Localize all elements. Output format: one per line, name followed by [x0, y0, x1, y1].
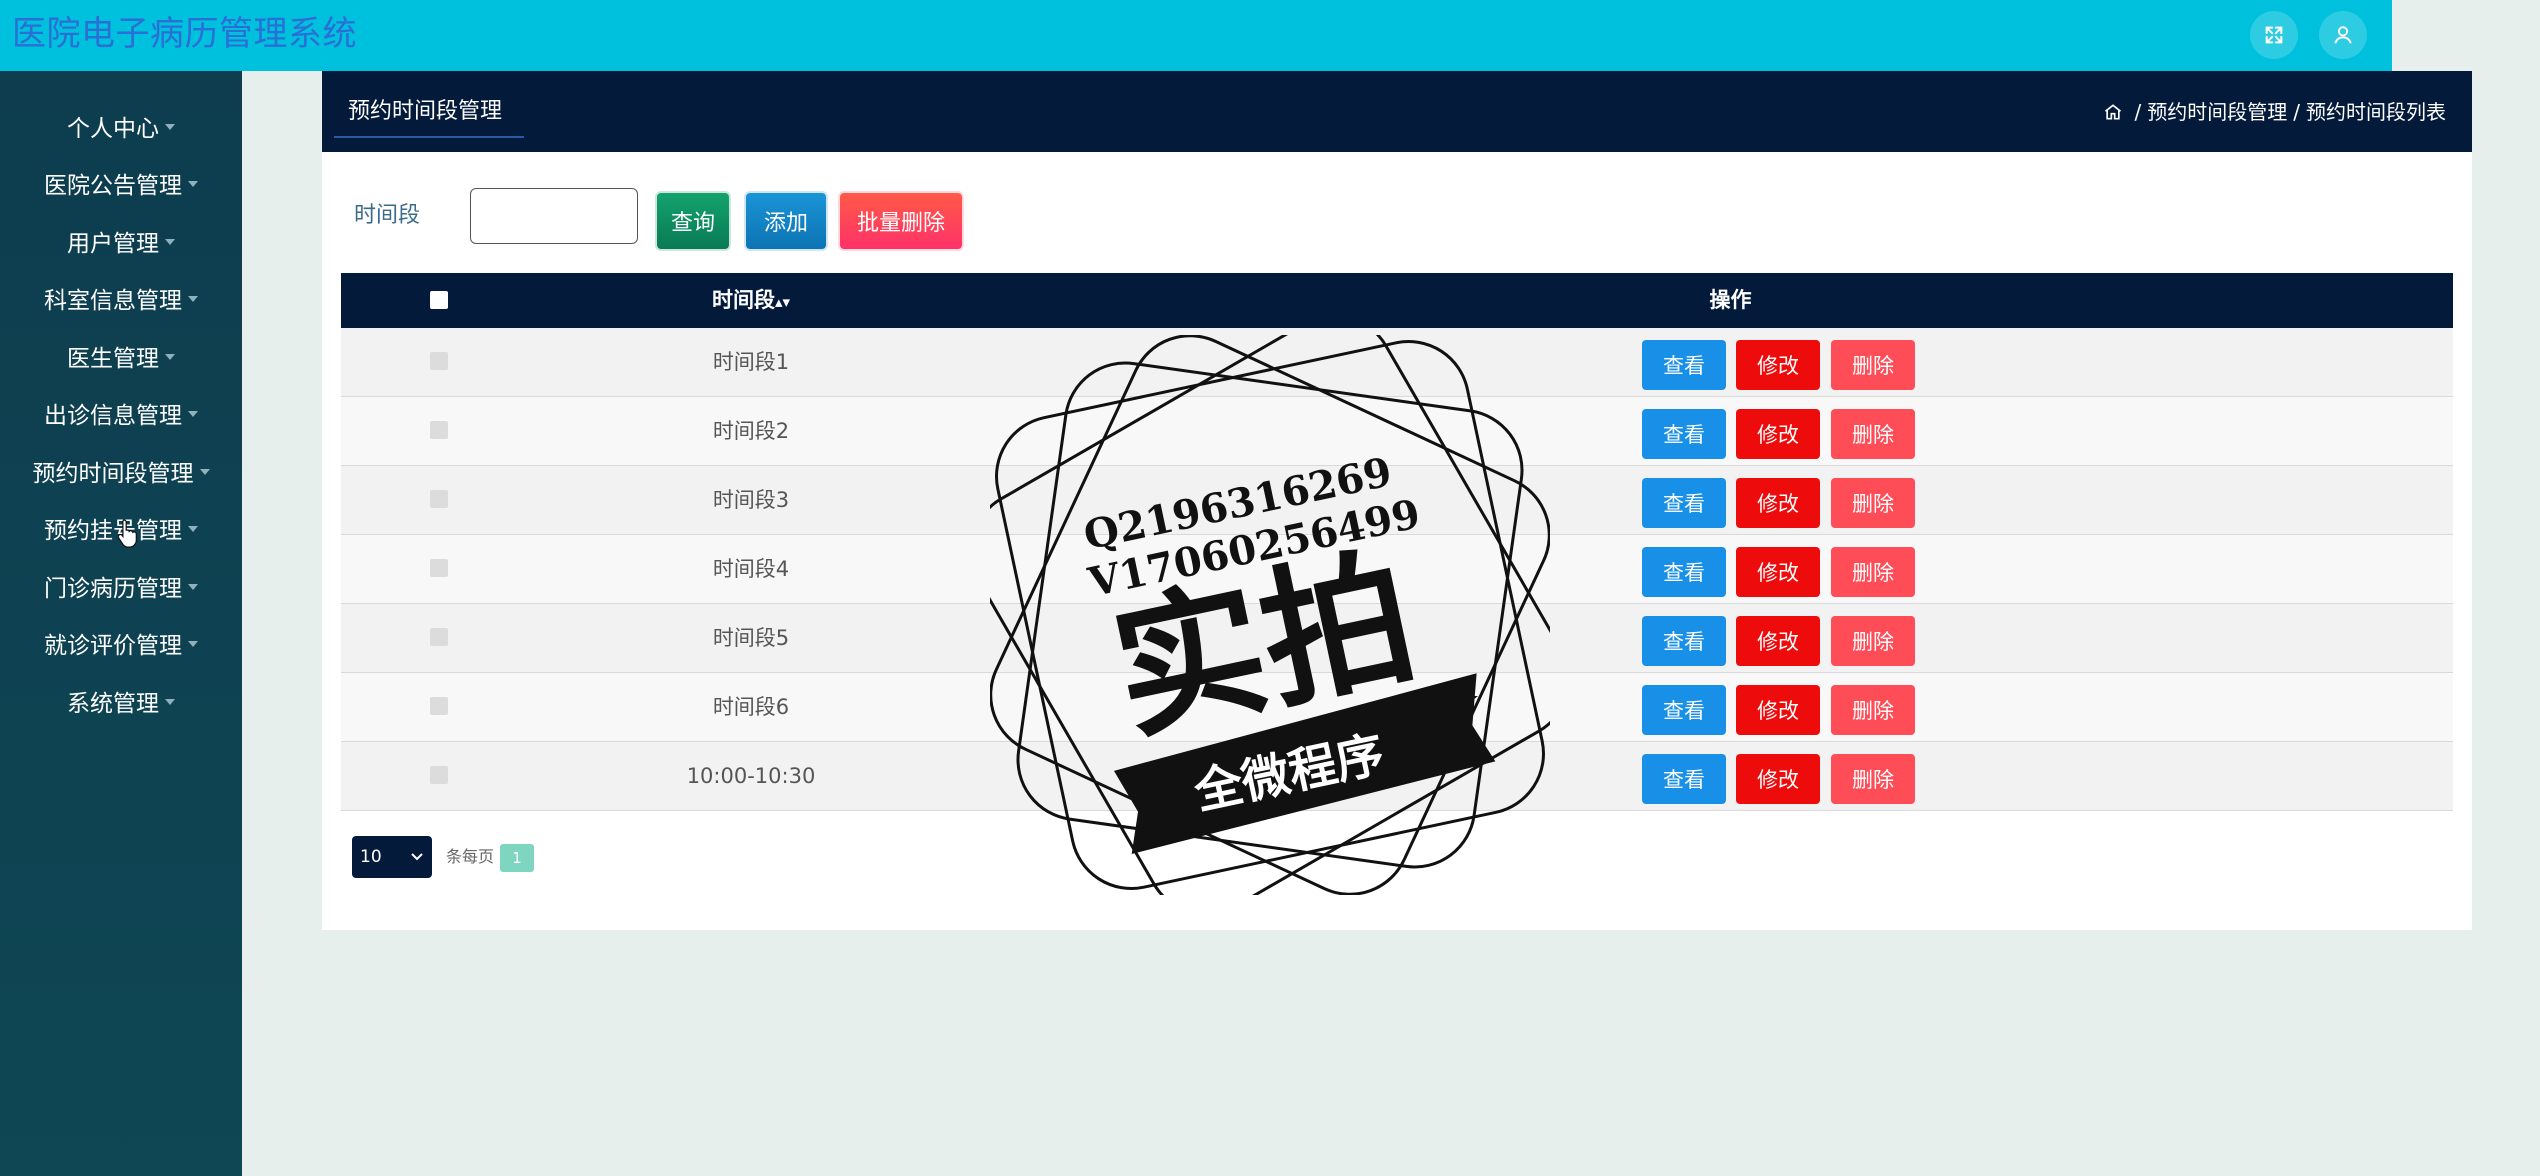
sidebar-item-medical-records[interactable]: 门诊病历管理	[0, 561, 242, 611]
caret-down-icon	[188, 181, 198, 187]
delete-button[interactable]: 删除	[1831, 685, 1915, 735]
page-number-1[interactable]: 1	[500, 844, 534, 872]
row-checkbox[interactable]	[430, 697, 448, 715]
sidebar-item-label: 医生管理	[67, 346, 159, 372]
user-icon[interactable]	[2319, 11, 2367, 59]
sidebar-item-label: 个人中心	[67, 116, 159, 142]
delete-button[interactable]: 删除	[1831, 616, 1915, 666]
breadcrumb-bar: 预约时间段管理 / 预约时间段管理 / 预约时间段列表	[322, 71, 2472, 152]
delete-button[interactable]: 删除	[1831, 547, 1915, 597]
sidebar-item-label: 系统管理	[67, 691, 159, 717]
sidebar-item-label: 科室信息管理	[44, 288, 182, 314]
edit-button[interactable]: 修改	[1736, 754, 1820, 804]
view-button[interactable]: 查看	[1642, 616, 1726, 666]
caret-down-icon	[199, 469, 210, 475]
time-slot-cell: 时间段4	[712, 557, 790, 581]
sidebar-item-time-slots[interactable]: 预约时间段管理	[0, 446, 242, 496]
query-button[interactable]: 查询	[657, 193, 729, 249]
app-title: 医院电子病历管理系统	[12, 14, 357, 54]
caret-down-icon	[165, 124, 175, 130]
sidebar-item-departments[interactable]: 科室信息管理	[0, 273, 242, 323]
column-header-time-slot[interactable]: 时间段▴▾	[521, 273, 981, 328]
breadcrumb: / 预约时间段管理 / 预约时间段列表	[2103, 99, 2446, 125]
sidebar-item-users[interactable]: 用户管理	[0, 216, 242, 266]
caret-down-icon	[165, 354, 175, 360]
breadcrumb-separator: /	[2293, 100, 2300, 124]
delete-button[interactable]: 删除	[1831, 478, 1915, 528]
row-checkbox[interactable]	[430, 766, 448, 784]
sort-icon[interactable]: ▴▾	[775, 293, 790, 311]
page-size-value: 10	[360, 847, 382, 867]
table-header: 时间段▴▾ 操作	[341, 273, 2453, 328]
row-checkbox[interactable]	[430, 628, 448, 646]
caret-down-icon	[188, 296, 198, 302]
sidebar-item-label: 预约挂号管理	[44, 518, 182, 544]
sidebar-item-hospital-notice[interactable]: 医院公告管理	[0, 158, 242, 208]
time-slot-cell: 时间段6	[712, 695, 790, 719]
select-all-checkbox[interactable]	[430, 291, 448, 309]
sidebar-item-label: 用户管理	[67, 231, 159, 257]
caret-down-icon	[165, 239, 175, 245]
delete-button[interactable]: 删除	[1831, 409, 1915, 459]
chevron-down-icon	[411, 853, 423, 861]
time-slot-cell: 时间段1	[712, 350, 790, 374]
row-checkbox[interactable]	[430, 421, 448, 439]
view-button[interactable]: 查看	[1642, 478, 1726, 528]
delete-button[interactable]: 删除	[1831, 340, 1915, 390]
sidebar: 个人中心 医院公告管理 用户管理 科室信息管理 医生管理 出诊信息管理 预约时间…	[0, 71, 242, 1176]
row-checkbox[interactable]	[430, 352, 448, 370]
page-size-select[interactable]: 10	[352, 836, 432, 878]
sidebar-item-personal-center[interactable]: 个人中心	[0, 101, 242, 151]
breadcrumb-level1[interactable]: 预约时间段管理	[2147, 99, 2287, 125]
view-button[interactable]: 查看	[1642, 340, 1726, 390]
search-label: 时间段	[354, 203, 421, 228]
edit-button[interactable]: 修改	[1736, 409, 1820, 459]
time-slot-cell: 时间段3	[712, 488, 790, 512]
edit-button[interactable]: 修改	[1736, 616, 1820, 666]
view-button[interactable]: 查看	[1642, 409, 1726, 459]
sidebar-item-system[interactable]: 系统管理	[0, 676, 242, 726]
active-tab-underline	[334, 136, 524, 138]
row-checkbox[interactable]	[430, 559, 448, 577]
delete-button[interactable]: 删除	[1831, 754, 1915, 804]
breadcrumb-separator: /	[2134, 100, 2142, 124]
caret-down-icon	[188, 584, 198, 590]
sidebar-item-reviews[interactable]: 就诊评价管理	[0, 618, 242, 668]
time-slot-search-input[interactable]	[470, 188, 638, 244]
sidebar-item-label: 医院公告管理	[44, 173, 182, 199]
edit-button[interactable]: 修改	[1736, 478, 1820, 528]
time-slot-cell: 10:00-10:30	[686, 764, 816, 788]
watermark-stamp: Q2196316269 V17060256499 实拍 全微程序	[990, 335, 1550, 895]
fullscreen-icon[interactable]	[2250, 11, 2298, 59]
add-button[interactable]: 添加	[746, 193, 826, 249]
top-header: 医院电子病历管理系统	[0, 0, 2392, 71]
tab-time-slot-management[interactable]: 预约时间段管理	[348, 97, 502, 127]
home-icon[interactable]	[2103, 102, 2123, 122]
column-header-actions: 操作	[1709, 288, 1752, 312]
sidebar-item-label: 就诊评价管理	[44, 633, 182, 659]
time-slot-cell: 时间段2	[712, 419, 790, 443]
view-button[interactable]: 查看	[1642, 685, 1726, 735]
caret-down-icon	[188, 526, 198, 532]
sidebar-item-label: 门诊病历管理	[44, 576, 182, 602]
caret-down-icon	[165, 699, 175, 705]
row-checkbox[interactable]	[430, 490, 448, 508]
time-slot-cell: 时间段5	[712, 626, 790, 650]
batch-delete-button[interactable]: 批量删除	[840, 193, 962, 249]
breadcrumb-level2: 预约时间段列表	[2306, 100, 2446, 124]
sidebar-item-clinic-schedule[interactable]: 出诊信息管理	[0, 388, 242, 438]
hand-cursor-icon	[117, 519, 137, 548]
caret-down-icon	[188, 411, 198, 417]
sidebar-item-doctors[interactable]: 医生管理	[0, 331, 242, 381]
per-page-label: 条每页	[446, 847, 495, 866]
sidebar-item-label: 预约时间段管理	[32, 461, 194, 487]
edit-button[interactable]: 修改	[1736, 547, 1820, 597]
sidebar-item-label: 出诊信息管理	[44, 403, 182, 429]
edit-button[interactable]: 修改	[1736, 685, 1820, 735]
edit-button[interactable]: 修改	[1736, 340, 1820, 390]
caret-down-icon	[188, 641, 198, 647]
view-button[interactable]: 查看	[1642, 754, 1726, 804]
view-button[interactable]: 查看	[1642, 547, 1726, 597]
